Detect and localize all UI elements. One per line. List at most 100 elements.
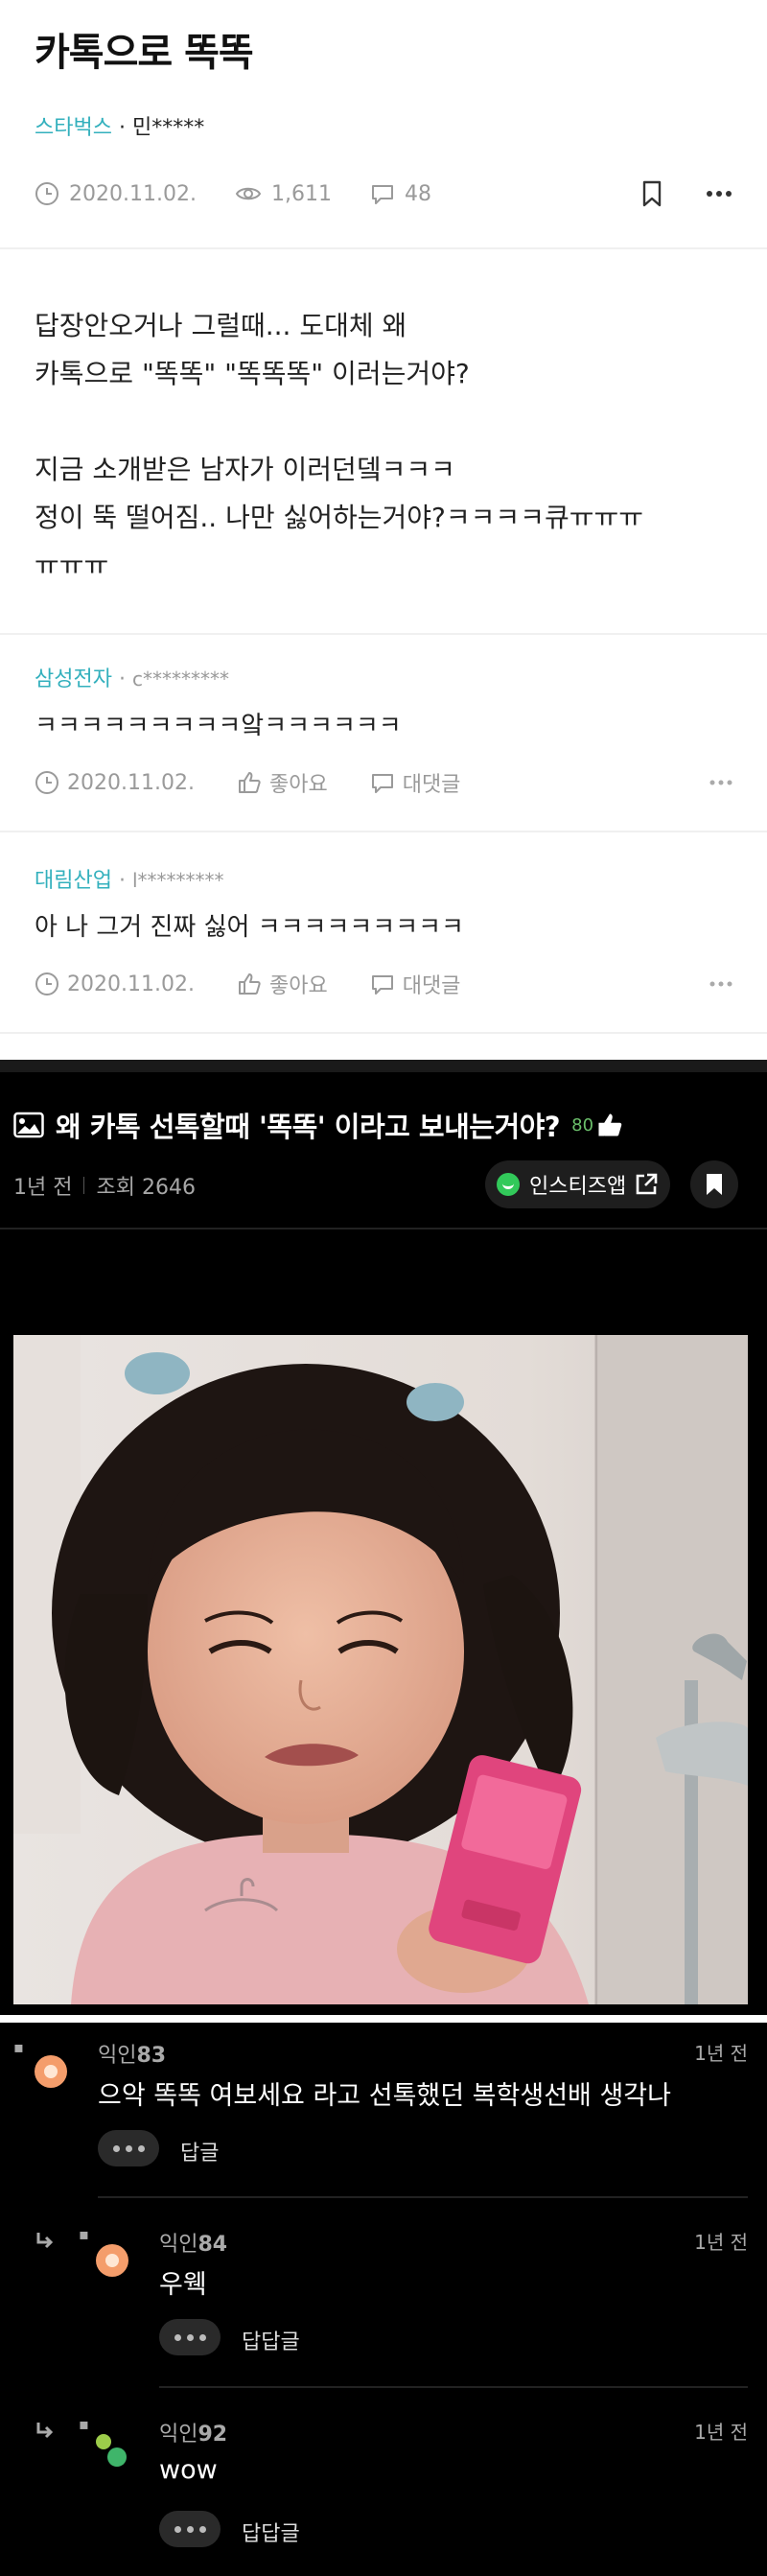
comment-author: l********* — [131, 869, 224, 892]
meta-divider — [83, 1177, 85, 1194]
thumbs-up-icon — [598, 1113, 622, 1136]
comment-more-button[interactable] — [159, 2511, 221, 2547]
speech-bubble-icon — [371, 185, 393, 204]
name-prefix: 익인 — [98, 2044, 137, 2068]
comment-more-button[interactable] — [159, 2319, 221, 2355]
post-views-count: 1,611 — [270, 181, 332, 206]
post-date-text: 2020.11.02. — [69, 181, 197, 206]
comment-company[interactable]: 삼성전자 — [35, 667, 112, 691]
instiz-app-button[interactable]: 인스티즈앱 — [485, 1160, 671, 1208]
thumbs-up-icon — [238, 973, 261, 995]
divider — [0, 247, 767, 249]
name-prefix: 익인 — [159, 2423, 198, 2447]
eye-icon — [235, 187, 262, 200]
divider — [0, 1228, 767, 1229]
comment-separator: · — [111, 667, 132, 691]
more-icon — [709, 780, 732, 785]
reply-button[interactable]: 답글 — [180, 2136, 219, 2166]
comment-text: wow — [159, 2455, 218, 2485]
post-byline: 스타벅스 · 민***** — [35, 110, 204, 141]
divider — [98, 2196, 748, 2198]
instiz-logo-icon — [497, 1173, 520, 1196]
comment-more-button[interactable] — [98, 2130, 159, 2166]
comment: 삼성전자 · c********* ㅋㅋㅋㅋㅋㅋㅋㅋㅋ앜ㅋㅋㅋㅋㅋㅋ — [35, 662, 732, 741]
comment-marker-icon: ▪ — [79, 2415, 89, 2433]
like-label: 좋아요 — [268, 974, 328, 998]
reply-arrow-icon — [36, 2233, 54, 2249]
dark-post-age: 1년 전 — [13, 1176, 73, 1200]
comment-header: 대림산업 · l********* — [35, 863, 732, 894]
like-label: 좋아요 — [268, 773, 328, 797]
clock-icon — [35, 771, 58, 794]
post-actions — [598, 175, 732, 213]
comment-more-button[interactable] — [709, 765, 732, 800]
author-company[interactable]: 스타벅스 — [35, 116, 112, 140]
comment-time: 1년 전 — [694, 2231, 748, 2254]
girl-phone-illustration — [13, 1335, 748, 2004]
name-number: 83 — [136, 2044, 167, 2068]
external-link-icon — [636, 1173, 658, 1195]
comment-text: 으악 똑똑 여보세요 라고 선톡했던 복학생선배 생각나 — [98, 2081, 671, 2111]
name-number: 84 — [198, 2233, 228, 2257]
section-gap — [0, 1060, 767, 1072]
bookmark-icon — [642, 180, 662, 207]
avatar — [35, 2055, 67, 2088]
comment-company[interactable]: 대림산업 — [35, 869, 112, 893]
reply-arrow-icon — [36, 2423, 54, 2439]
reply-button[interactable]: 답답글 — [242, 2517, 300, 2547]
comment-text: 아 나 그거 진짜 싫어 ㅋㅋㅋㅋㅋㅋㅋㅋㅋ — [35, 913, 464, 942]
bookmark-button[interactable] — [640, 180, 663, 207]
more-button[interactable] — [706, 190, 732, 198]
comment-time: 1년 전 — [694, 2042, 748, 2065]
clock-icon — [35, 972, 58, 995]
dark-post-views: 조회 2646 — [96, 1176, 196, 1200]
post-comments[interactable]: 48 — [370, 181, 431, 206]
comment-date-text: 2020.11.02. — [67, 770, 195, 795]
post-body: 답장안오거나 그럴때... 도대체 왜 카톡으로 "똑똑" "똑똑똑" 이러는거… — [35, 310, 643, 581]
post-title: 카톡으로 똑똑 — [35, 31, 254, 75]
name-number: 92 — [198, 2423, 228, 2447]
comment-date-text: 2020.11.02. — [67, 972, 195, 996]
reply-button[interactable]: 대댓글 — [370, 767, 461, 798]
avatar — [96, 2244, 128, 2277]
comment-marker-icon: ▪ — [13, 2038, 24, 2056]
more-icon — [707, 191, 732, 197]
comment-author: c********* — [131, 667, 229, 691]
comment-separator: · — [111, 869, 132, 893]
comment-time: 1년 전 — [694, 2421, 748, 2444]
comment-more-button[interactable] — [709, 967, 732, 1001]
instiz-app-label: 인스티즈앱 — [529, 1175, 627, 1199]
comment-date: 2020.11.02. — [35, 770, 195, 795]
dark-bookmark-button[interactable] — [690, 1160, 738, 1208]
divider — [159, 2386, 748, 2388]
reply-button[interactable]: 답답글 — [242, 2325, 300, 2355]
comment-marker-icon: ▪ — [79, 2225, 89, 2243]
post-comments-count: 48 — [404, 181, 431, 206]
post-views: 1,611 — [235, 181, 332, 206]
avatar — [96, 2434, 127, 2467]
comment: 대림산업 · l********* 아 나 그거 진짜 싫어 ㅋㅋㅋㅋㅋㅋㅋㅋㅋ — [35, 863, 732, 943]
post-photo — [13, 1335, 748, 2004]
name-prefix: 익인 — [159, 2233, 198, 2257]
like-button[interactable]: 좋아요 — [237, 969, 328, 999]
instiz-post-section: 왜 카톡 선톡할때 '똑똑' 이라고 보내는거야? 80 1년 전 조회 264… — [0, 1072, 767, 2576]
comment-text: ㅋㅋㅋㅋㅋㅋㅋㅋㅋ앜ㅋㅋㅋㅋㅋㅋ — [35, 712, 402, 740]
post-meta-row: 2020.11.02. 1,611 48 — [35, 175, 732, 213]
comment-header: 삼성전자 · c********* — [35, 662, 732, 692]
dark-post-title: 왜 카톡 선톡할때 '똑똑' 이라고 보내는거야? — [56, 1111, 561, 1143]
author-name: 민***** — [131, 116, 205, 140]
commenter-name: 익인83 — [98, 2038, 166, 2069]
dark-post-likes[interactable]: 80 — [571, 1111, 624, 1139]
thumbs-up-icon — [238, 772, 261, 793]
more-icon — [709, 981, 732, 987]
image-icon — [13, 1112, 44, 1138]
likes-count: 80 — [571, 1114, 594, 1136]
post-date: 2020.11.02. — [35, 181, 197, 206]
reply-button[interactable]: 대댓글 — [370, 969, 460, 999]
like-button[interactable]: 좋아요 — [237, 767, 328, 798]
clock-icon — [35, 182, 58, 205]
dark-post-meta: 1년 전 조회 2646 — [13, 1170, 196, 1201]
divider — [0, 831, 767, 832]
divider — [0, 633, 767, 635]
reply-label: 대댓글 — [402, 773, 461, 797]
